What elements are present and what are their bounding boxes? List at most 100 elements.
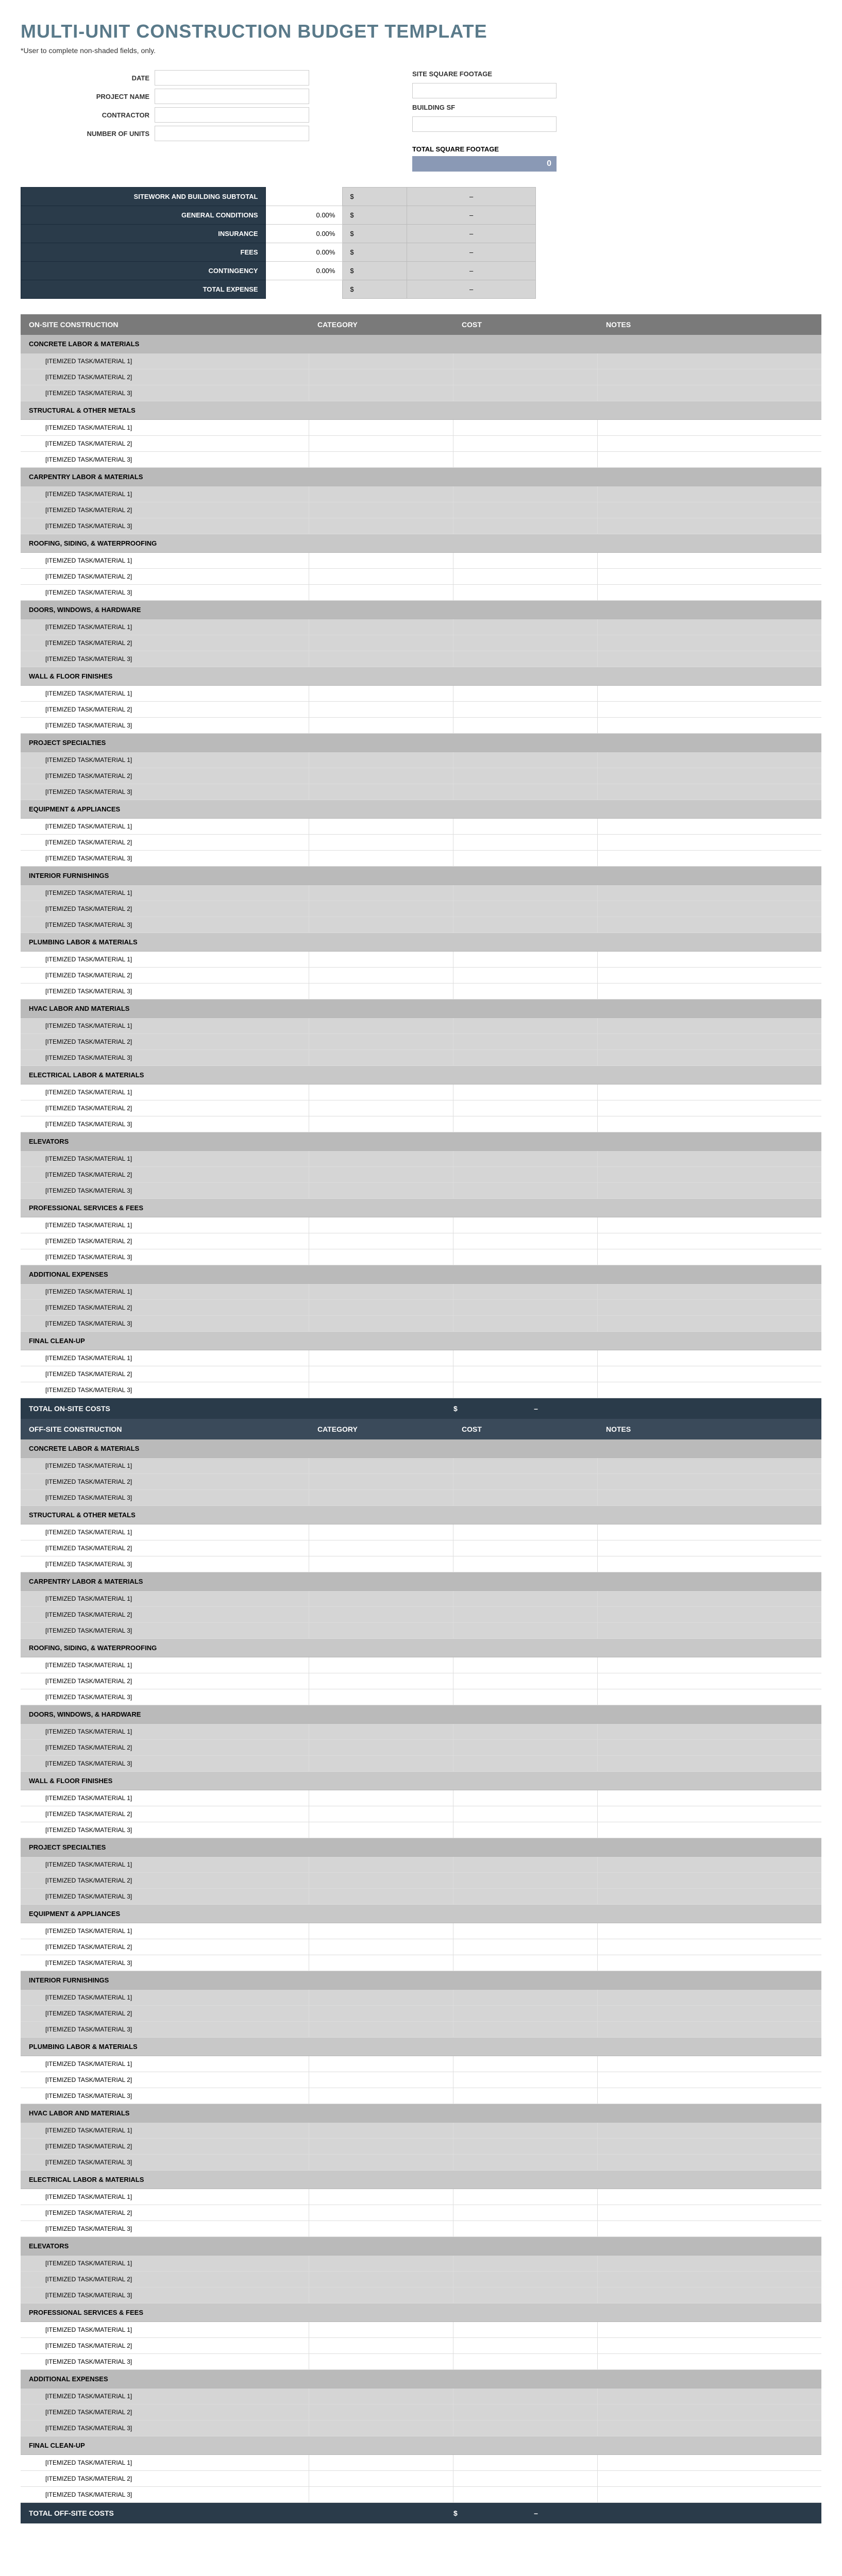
- item-notes[interactable]: [598, 1100, 821, 1116]
- item-notes[interactable]: [598, 1018, 821, 1033]
- item-name[interactable]: [ITEMIZED TASK/MATERIAL 1]: [21, 2322, 309, 2337]
- item-category[interactable]: [309, 585, 453, 600]
- item-name[interactable]: [ITEMIZED TASK/MATERIAL 1]: [21, 1591, 309, 1606]
- item-name[interactable]: [ITEMIZED TASK/MATERIAL 1]: [21, 1084, 309, 1100]
- item-category[interactable]: [309, 2256, 453, 2271]
- item-category[interactable]: [309, 2388, 453, 2404]
- item-cost[interactable]: [453, 1050, 598, 1065]
- item-cost[interactable]: [453, 1540, 598, 1556]
- item-category[interactable]: [309, 1591, 453, 1606]
- item-notes[interactable]: [598, 2404, 821, 2420]
- item-category[interactable]: [309, 1316, 453, 1331]
- item-category[interactable]: [309, 385, 453, 401]
- item-category[interactable]: [309, 619, 453, 635]
- item-category[interactable]: [309, 718, 453, 733]
- item-category[interactable]: [309, 635, 453, 651]
- item-name[interactable]: [ITEMIZED TASK/MATERIAL 3]: [21, 1116, 309, 1132]
- item-category[interactable]: [309, 1366, 453, 1382]
- item-cost[interactable]: [453, 1990, 598, 2005]
- item-category[interactable]: [309, 2272, 453, 2287]
- item-notes[interactable]: [598, 1183, 821, 1198]
- item-cost[interactable]: [453, 1740, 598, 1755]
- item-cost[interactable]: [453, 1034, 598, 1049]
- item-cost[interactable]: [453, 2256, 598, 2271]
- item-cost[interactable]: [453, 2155, 598, 2170]
- item-cost[interactable]: [453, 1857, 598, 1872]
- item-category[interactable]: [309, 1673, 453, 1689]
- item-name[interactable]: [ITEMIZED TASK/MATERIAL 2]: [21, 1540, 309, 1556]
- item-cost[interactable]: [453, 1249, 598, 1265]
- item-name[interactable]: [ITEMIZED TASK/MATERIAL 1]: [21, 553, 309, 568]
- item-notes[interactable]: [598, 1673, 821, 1689]
- item-cost[interactable]: [453, 2189, 598, 2205]
- item-category[interactable]: [309, 1689, 453, 1705]
- item-cost[interactable]: [453, 686, 598, 701]
- item-notes[interactable]: [598, 702, 821, 717]
- item-name[interactable]: [ITEMIZED TASK/MATERIAL 1]: [21, 1284, 309, 1299]
- item-category[interactable]: [309, 1217, 453, 1233]
- item-cost[interactable]: [453, 569, 598, 584]
- item-notes[interactable]: [598, 1790, 821, 1806]
- item-cost[interactable]: [453, 901, 598, 917]
- item-cost[interactable]: [453, 2404, 598, 2420]
- item-name[interactable]: [ITEMIZED TASK/MATERIAL 2]: [21, 1233, 309, 1249]
- item-cost[interactable]: [453, 1474, 598, 1489]
- item-notes[interactable]: [598, 420, 821, 435]
- item-category[interactable]: [309, 2420, 453, 2436]
- item-name[interactable]: [ITEMIZED TASK/MATERIAL 3]: [21, 1889, 309, 1904]
- item-name[interactable]: [ITEMIZED TASK/MATERIAL 1]: [21, 952, 309, 967]
- item-category[interactable]: [309, 1167, 453, 1182]
- field-input-r0[interactable]: [412, 83, 557, 98]
- item-notes[interactable]: [598, 1167, 821, 1182]
- item-name[interactable]: [ITEMIZED TASK/MATERIAL 2]: [21, 569, 309, 584]
- item-cost[interactable]: [453, 2272, 598, 2287]
- item-notes[interactable]: [598, 502, 821, 518]
- item-notes[interactable]: [598, 1540, 821, 1556]
- item-notes[interactable]: [598, 1724, 821, 1739]
- item-cost[interactable]: [453, 635, 598, 651]
- item-category[interactable]: [309, 2471, 453, 2486]
- item-cost[interactable]: [453, 2287, 598, 2303]
- item-cost[interactable]: [453, 1955, 598, 1971]
- item-category[interactable]: [309, 651, 453, 667]
- item-notes[interactable]: [598, 1689, 821, 1705]
- item-name[interactable]: [ITEMIZED TASK/MATERIAL 3]: [21, 1249, 309, 1265]
- item-notes[interactable]: [598, 1756, 821, 1771]
- item-category[interactable]: [309, 1556, 453, 1572]
- item-category[interactable]: [309, 1116, 453, 1132]
- field-input-2[interactable]: [155, 107, 309, 123]
- item-category[interactable]: [309, 1350, 453, 1366]
- item-notes[interactable]: [598, 1300, 821, 1315]
- item-notes[interactable]: [598, 1990, 821, 2005]
- item-category[interactable]: [309, 686, 453, 701]
- item-name[interactable]: [ITEMIZED TASK/MATERIAL 2]: [21, 1167, 309, 1182]
- item-name[interactable]: [ITEMIZED TASK/MATERIAL 1]: [21, 819, 309, 834]
- item-category[interactable]: [309, 1990, 453, 2005]
- item-name[interactable]: [ITEMIZED TASK/MATERIAL 3]: [21, 518, 309, 534]
- item-name[interactable]: [ITEMIZED TASK/MATERIAL 1]: [21, 885, 309, 901]
- item-name[interactable]: [ITEMIZED TASK/MATERIAL 3]: [21, 1382, 309, 1398]
- item-cost[interactable]: [453, 1790, 598, 1806]
- item-notes[interactable]: [598, 369, 821, 385]
- field-input-0[interactable]: [155, 70, 309, 86]
- item-name[interactable]: [ITEMIZED TASK/MATERIAL 1]: [21, 1724, 309, 1739]
- item-cost[interactable]: [453, 1366, 598, 1382]
- item-name[interactable]: [ITEMIZED TASK/MATERIAL 1]: [21, 752, 309, 768]
- item-name[interactable]: [ITEMIZED TASK/MATERIAL 3]: [21, 917, 309, 933]
- item-notes[interactable]: [598, 1350, 821, 1366]
- item-cost[interactable]: [453, 1923, 598, 1939]
- item-cost[interactable]: [453, 1689, 598, 1705]
- item-notes[interactable]: [598, 1249, 821, 1265]
- item-notes[interactable]: [598, 2088, 821, 2104]
- item-name[interactable]: [ITEMIZED TASK/MATERIAL 1]: [21, 1018, 309, 1033]
- item-category[interactable]: [309, 1955, 453, 1971]
- item-name[interactable]: [ITEMIZED TASK/MATERIAL 1]: [21, 1217, 309, 1233]
- item-notes[interactable]: [598, 2189, 821, 2205]
- item-cost[interactable]: [453, 968, 598, 983]
- item-cost[interactable]: [453, 1100, 598, 1116]
- item-name[interactable]: [ITEMIZED TASK/MATERIAL 3]: [21, 784, 309, 800]
- item-cost[interactable]: [453, 1524, 598, 1540]
- item-cost[interactable]: [453, 2354, 598, 2369]
- item-category[interactable]: [309, 1458, 453, 1473]
- item-name[interactable]: [ITEMIZED TASK/MATERIAL 1]: [21, 2256, 309, 2271]
